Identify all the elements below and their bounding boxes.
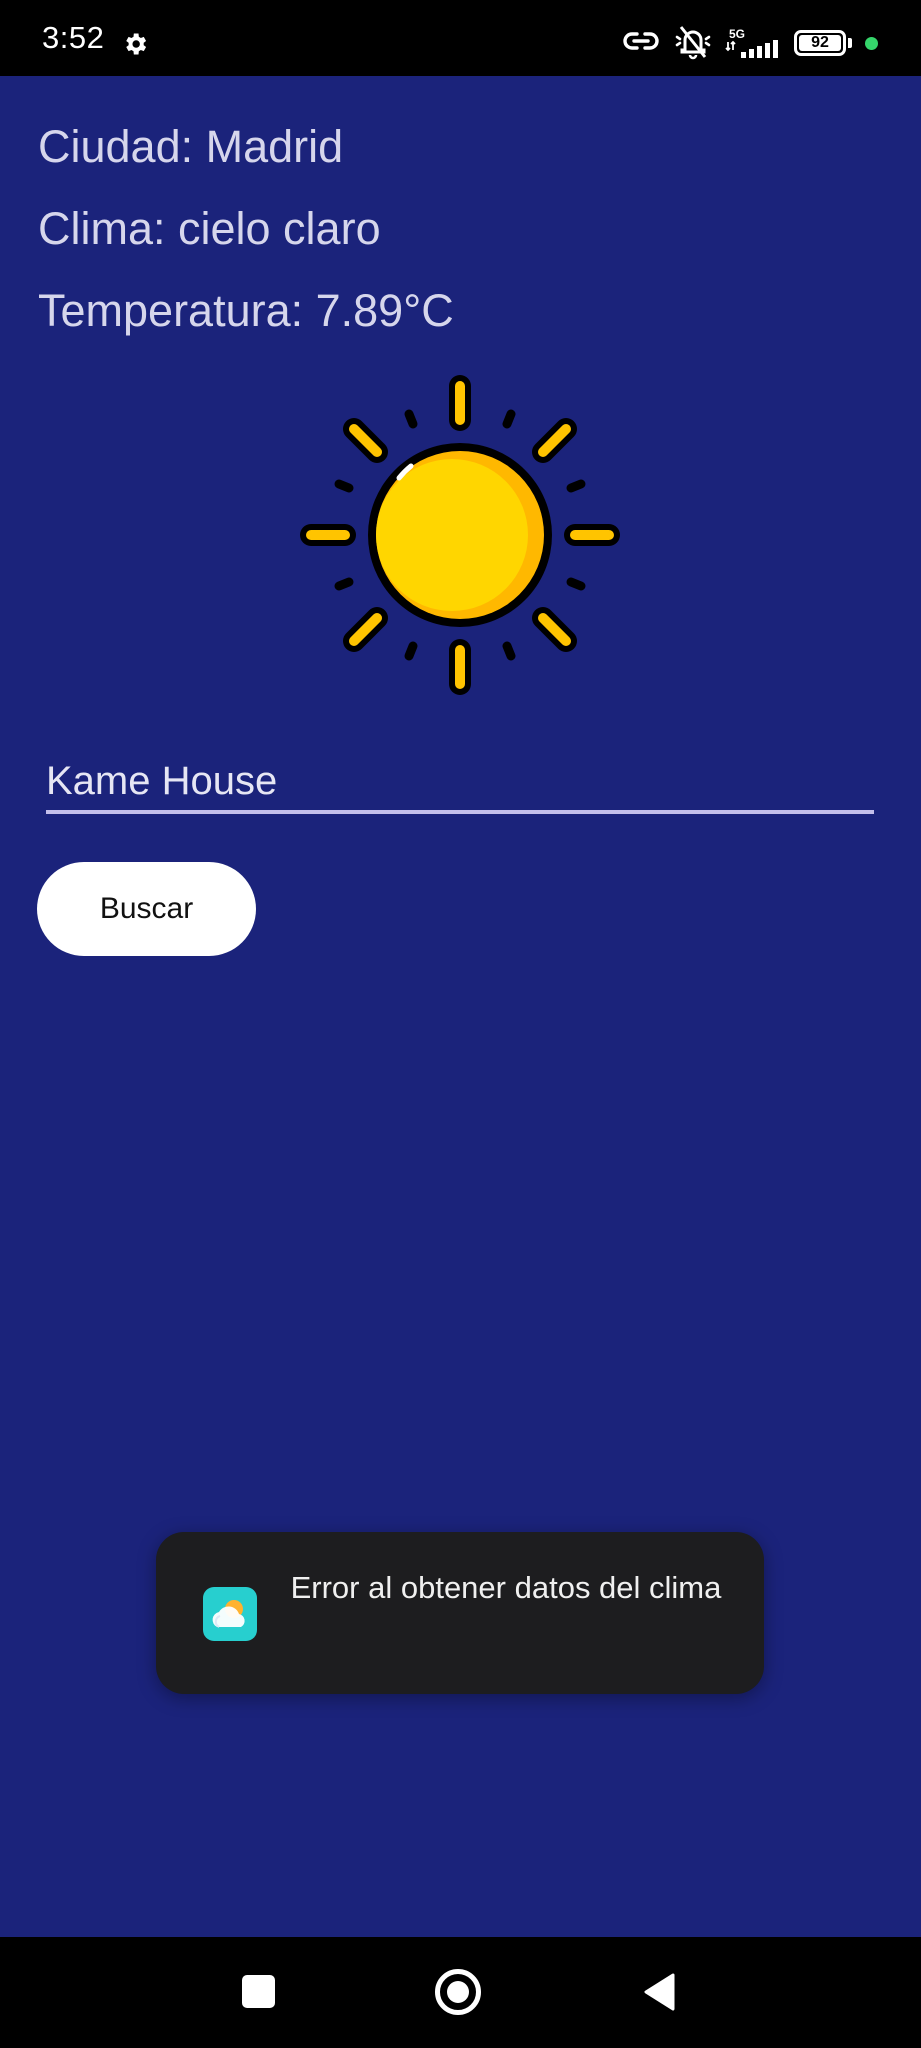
battery-tip	[848, 38, 852, 48]
status-time: 3:52	[42, 20, 105, 55]
city-search-input[interactable]	[46, 752, 874, 814]
status-icons: 5G 92	[621, 0, 921, 76]
weather-app-icon	[203, 1587, 257, 1641]
toast-message: Error al obtener datos del clima	[290, 1570, 722, 1605]
silent-bell-icon	[675, 26, 711, 60]
error-toast: Error al obtener datos del clima	[156, 1532, 764, 1694]
weather-app-screen: 3:52 5G 92 Ciudad: Madrid Clima: cielo c…	[0, 0, 921, 2048]
home-button[interactable]	[435, 1969, 481, 2015]
gear-icon	[126, 33, 147, 55]
back-button[interactable]	[643, 1972, 675, 2012]
network-type-label: 5G	[729, 27, 746, 41]
recents-button[interactable]	[242, 1975, 275, 2008]
search-button[interactable]: Buscar	[37, 862, 256, 956]
sun-icon	[300, 375, 620, 695]
city-label: Ciudad: Madrid	[38, 121, 344, 172]
weather-condition-label: Clima: cielo claro	[38, 203, 381, 254]
temperature-label: Temperatura: 7.89°C	[38, 285, 454, 336]
battery-icon: 92	[794, 30, 846, 56]
battery-level: 92	[811, 34, 829, 51]
privacy-indicator-dot	[865, 37, 878, 50]
status-bar: 3:52 5G 92	[0, 0, 921, 76]
signal-icon	[725, 40, 778, 58]
link-icon	[623, 32, 659, 50]
